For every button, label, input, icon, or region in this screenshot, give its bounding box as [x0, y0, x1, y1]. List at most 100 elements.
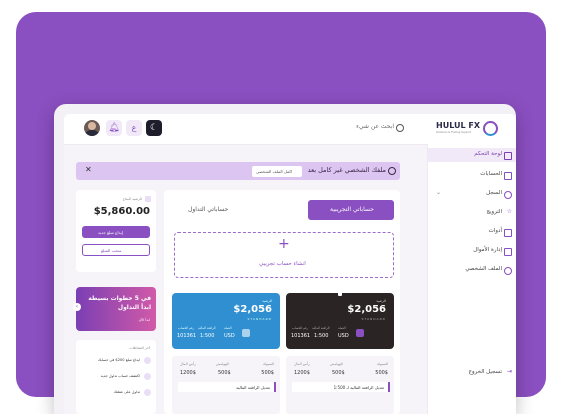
alert-message: ملفك الشخصي غير كامل بعد [307, 166, 386, 174]
promo-banner[interactable]: ‹ في 5 خطوات بسيطة ابدأ التداول ابدأ الآ… [73, 287, 156, 331]
list-item: تداول على عملتك [80, 386, 152, 400]
logout-icon: ⇥ [506, 368, 512, 375]
sidebar-item-dashboard[interactable]: لوحة التحكم [428, 148, 516, 162]
device-frame: 🔔︎ ع ☾ ابحث عن شيء HULUL FX Solutions & … [54, 104, 516, 414]
stat-value: 500$ [332, 370, 345, 376]
activity-text: اكتشف حساب تداول جديد [100, 374, 140, 378]
search-icon [396, 124, 404, 132]
dark-mode-icon[interactable]: ☾ [146, 120, 162, 136]
wallet-amount: $5,860.00 [93, 206, 150, 217]
activity-icon [144, 389, 151, 396]
adjust-leverage-label: تعديل الرافعة المالية [236, 384, 270, 390]
tab-demo-label: حساباتي التجريبية [330, 206, 374, 213]
card-leverage: 1:500 [314, 333, 329, 339]
activity-icon [144, 373, 151, 380]
sidebar-item-profile[interactable]: الملف الشخصي [428, 263, 516, 277]
withdraw-button[interactable]: سحب المبلغ [82, 244, 150, 256]
card-currency-icon [356, 329, 364, 337]
list-item: اكتشف حساب تداول جديد [80, 370, 152, 384]
account-card-blue[interactable]: الرصيد $2,056 STANDARD العملة USD الرافع… [172, 293, 280, 349]
account-stats-dark: السيولة الهوامش رأس المال 500$ 500$ 1200… [286, 356, 394, 414]
card-type: STANDARD [361, 317, 386, 321]
stat-label: الهوامش [330, 362, 343, 366]
logout-label: تسجيل الخروج [468, 369, 502, 375]
promo-button[interactable]: ابدأ الآن [139, 318, 150, 322]
card-type: STANDARD [247, 317, 272, 321]
complete-profile-label: اكمل الملف الشخصي [256, 168, 293, 174]
card-currency: USD [224, 333, 235, 339]
activity-title: آخر النشاطات [129, 346, 150, 350]
dashboard-icon [504, 152, 512, 160]
promo-line1: في 5 خطوات بسيطة [88, 295, 151, 302]
activity-card: آخر النشاطات ايداع مبلغ 200$ في حسابك اك… [76, 340, 156, 414]
stat-value: 500$ [261, 370, 274, 376]
card-currency-icon [242, 329, 250, 337]
stat-label: السيولة [263, 362, 274, 366]
deposit-button[interactable]: إيداع مبلغ جديد [82, 226, 150, 238]
create-demo-account-button[interactable]: + انشاء حساب تجريبي [174, 232, 394, 278]
stat-label: الهوامش [216, 362, 229, 366]
info-icon [388, 167, 396, 175]
card-leverage: 1:500 [200, 333, 215, 339]
tab-trading-accounts[interactable]: حساباتي التداول [170, 200, 300, 220]
stat-value: 1200$ [294, 370, 310, 376]
logo-text: HULUL FX [436, 121, 481, 130]
logout-button[interactable]: تسجيل الخروج ⇥ [428, 366, 516, 380]
promotion-icon: ☆ [506, 208, 512, 215]
sidebar-item-promotion[interactable]: الترويج ☆ [428, 206, 516, 220]
sidebar-item-label: إدارة الأموال [473, 247, 502, 253]
sidebar-item-label: لوحة التحكم [474, 151, 502, 157]
withdraw-label: سحب المبلغ [101, 247, 122, 253]
account-stats-blue: السيولة الهوامش رأس المال 500$ 500$ 1200… [172, 356, 280, 414]
tab-demo-accounts[interactable]: حساباتي التجريبية [308, 200, 394, 220]
card-currency-label: العملة [224, 326, 232, 330]
adjust-leverage-label: تعديل الرافعة المالية لـ 1:500 [333, 384, 384, 390]
search-placeholder: ابحث عن شيء [356, 123, 394, 130]
sidebar-item-tools[interactable]: أدوات [428, 225, 516, 239]
sidebar-item-funds[interactable]: إدارة الأموال [428, 244, 516, 258]
avatar[interactable] [84, 120, 100, 136]
tab-trading-label: حساباتي التداول [188, 206, 229, 213]
search-input[interactable]: ابحث عن شيء [354, 122, 404, 136]
wallet-label: الرصيد المتاح [122, 197, 142, 201]
chevron-left-icon[interactable]: ‹ [73, 303, 81, 311]
logo: HULUL FX Solutions & Trading Support [436, 120, 500, 140]
promo-line2: ابدأ التداول [117, 304, 151, 311]
history-icon [504, 191, 512, 199]
card-balance-label: الرصيد [376, 299, 386, 303]
close-icon[interactable]: ✕ [85, 165, 92, 174]
card-leverage-label: الرافعة المالية [198, 326, 216, 330]
language-icon[interactable]: ع [126, 120, 142, 136]
complete-profile-button[interactable]: اكمل الملف الشخصي [252, 166, 302, 177]
sidebar-item-label: الملف الشخصي [465, 266, 502, 272]
activity-icon [144, 357, 151, 364]
funds-icon [504, 248, 512, 256]
notification-bell-icon[interactable]: 🔔︎ [106, 120, 122, 136]
accounts-panel: حساباتي التجريبية حساباتي التداول + انشا… [164, 190, 400, 414]
sidebar-item-accounts[interactable]: الحسابات [428, 168, 516, 182]
sidebar-item-history[interactable]: ⌄ السجل [428, 187, 516, 201]
tools-icon [504, 229, 512, 237]
card-currency: USD [338, 333, 349, 339]
card-leverage-label: الرافعة المالية [312, 326, 330, 330]
card-number: 101361 [291, 333, 311, 339]
card-pin-icon [338, 290, 342, 296]
adjust-leverage-button[interactable]: تعديل الرافعة المالية [178, 382, 276, 392]
stat-label: السيولة [377, 362, 388, 366]
profile-incomplete-alert: ✕ اكمل الملف الشخصي ملفك الشخصي غير كامل… [76, 162, 400, 180]
accounts-icon [504, 172, 512, 180]
stat-label: رأس المال [180, 362, 196, 366]
sidebar-item-label: أدوات [488, 228, 502, 234]
account-card-dark[interactable]: الرصيد $2,056 STANDARD العملة USD الرافع… [286, 290, 394, 349]
stat-value: 500$ [218, 370, 231, 376]
sidebar-item-label: الترويج [486, 209, 502, 215]
activity-text: ايداع مبلغ 200$ في حسابك [97, 358, 140, 362]
top-bar: 🔔︎ ع ☾ ابحث عن شيء HULUL FX Solutions & … [64, 114, 516, 145]
logo-mark-icon [483, 121, 498, 136]
wallet-icon [145, 196, 151, 202]
wallet-card: الرصيد المتاح $5,860.00 إيداع مبلغ جديد … [76, 190, 156, 272]
deposit-label: إيداع مبلغ جديد [98, 229, 123, 235]
sidebar-item-label: السجل [486, 190, 502, 196]
card-number-label: رقم الحساب [292, 326, 308, 330]
adjust-leverage-button[interactable]: تعديل الرافعة المالية لـ 1:500 [292, 382, 390, 392]
